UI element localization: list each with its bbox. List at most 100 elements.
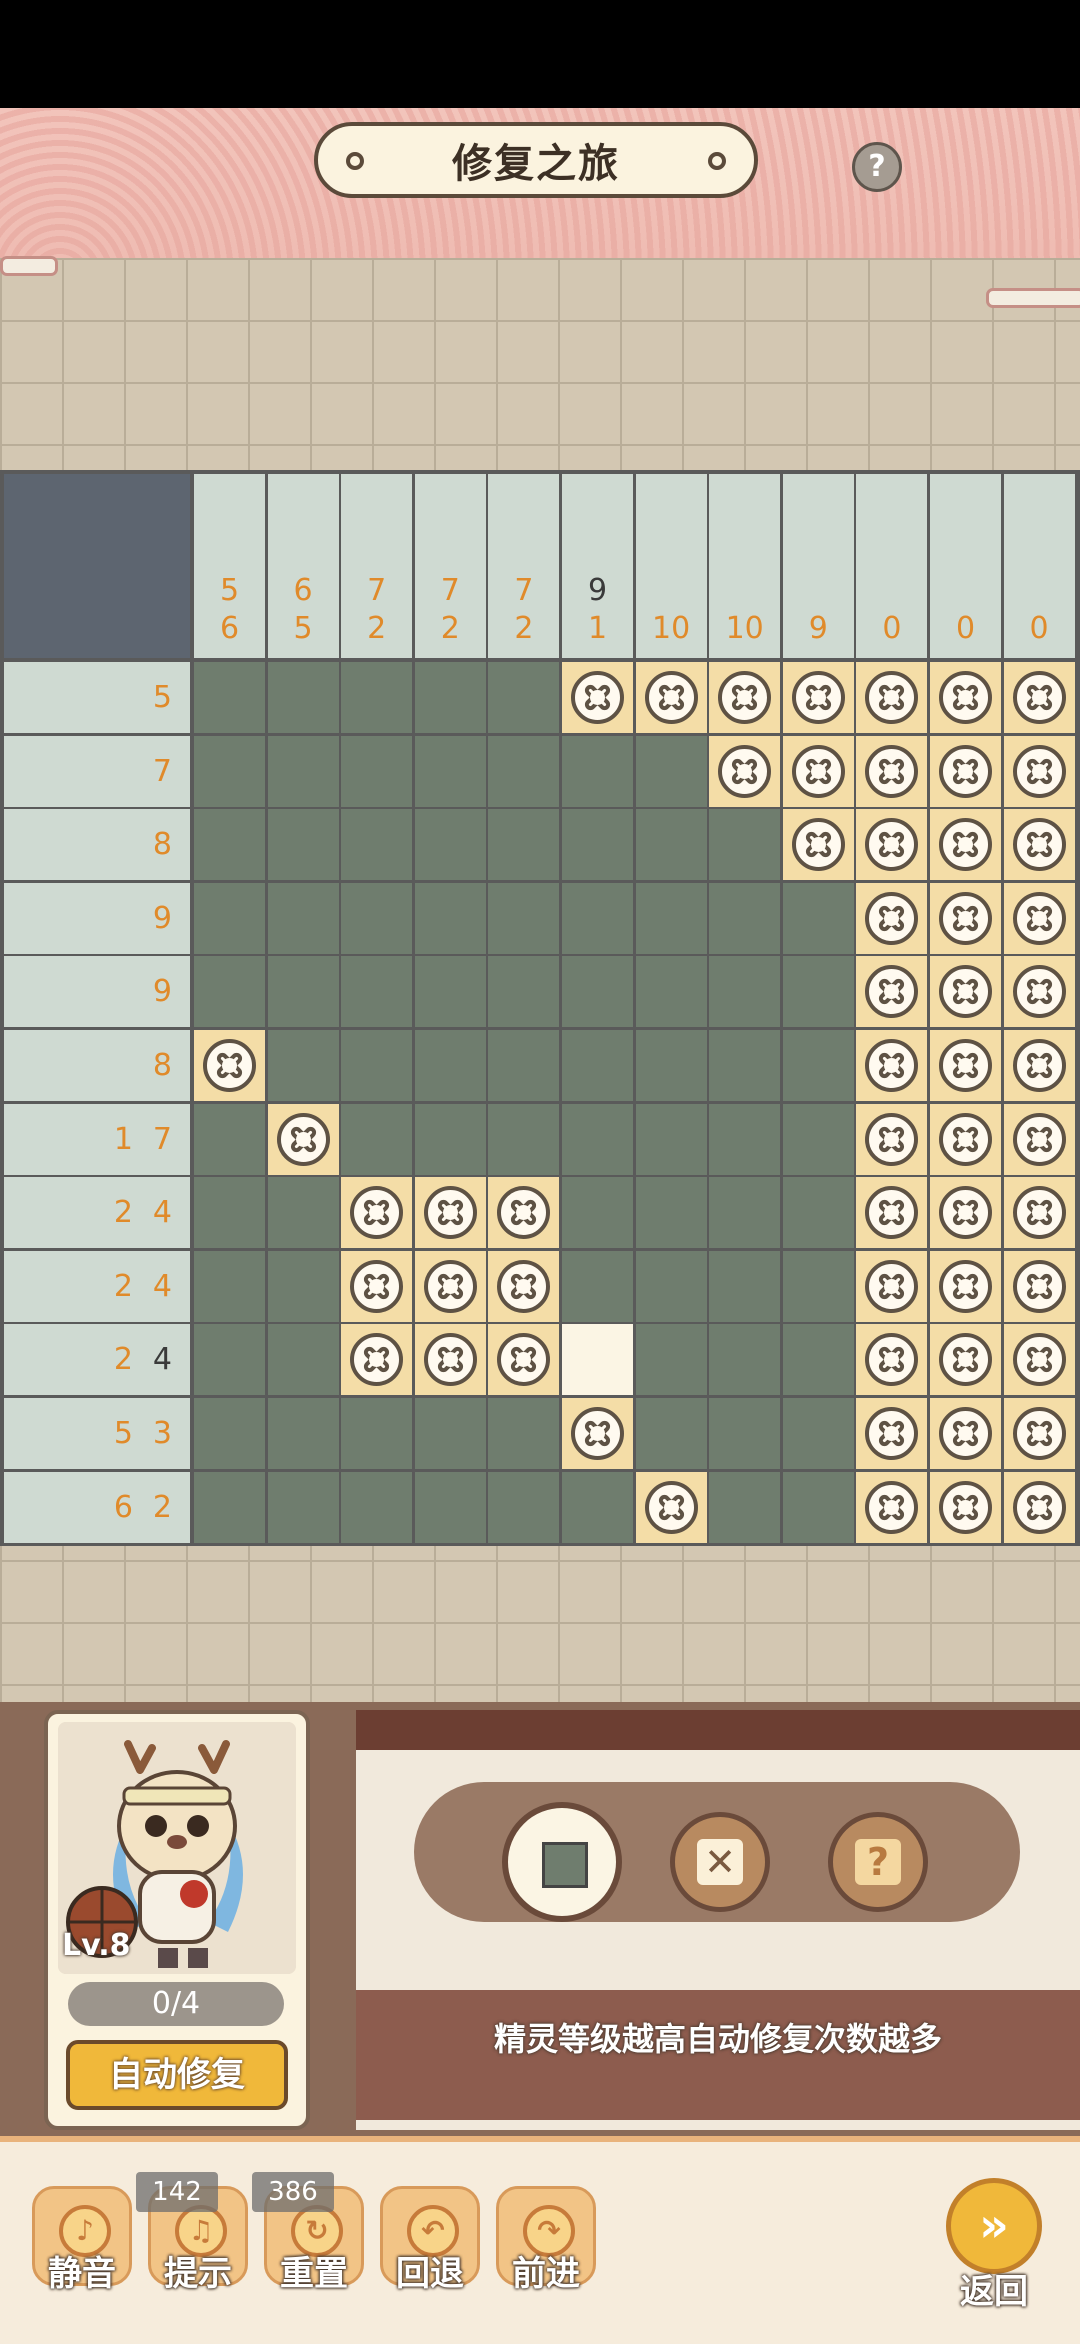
crossed-cell[interactable]: [930, 1250, 1001, 1322]
filled-cell[interactable]: [635, 1324, 707, 1396]
filled-cell[interactable]: [194, 1398, 265, 1469]
crossed-cell[interactable]: [856, 1398, 928, 1469]
crossed-cell[interactable]: [930, 1398, 1001, 1469]
filled-cell[interactable]: [194, 1103, 265, 1175]
crossed-cell[interactable]: [1003, 1177, 1075, 1249]
filled-cell[interactable]: [782, 1030, 854, 1101]
crossed-cell[interactable]: [1003, 882, 1075, 954]
filled-cell[interactable]: [414, 1471, 486, 1543]
crossed-cell[interactable]: [930, 1177, 1001, 1249]
crossed-cell[interactable]: [635, 662, 707, 733]
filled-cell[interactable]: [488, 1030, 560, 1101]
crossed-cell[interactable]: [1003, 1250, 1075, 1322]
crossed-cell[interactable]: [341, 1250, 413, 1322]
filled-cell[interactable]: [267, 735, 339, 807]
filled-cell[interactable]: [267, 956, 339, 1028]
crossed-cell[interactable]: [267, 1103, 339, 1175]
back-button[interactable]: »: [946, 2178, 1042, 2274]
filled-cell[interactable]: [341, 956, 413, 1028]
filled-cell[interactable]: [194, 1324, 265, 1396]
filled-cell[interactable]: [562, 809, 633, 881]
filled-cell[interactable]: [562, 1030, 633, 1101]
filled-cell[interactable]: [635, 1250, 707, 1322]
crossed-cell[interactable]: [930, 1324, 1001, 1396]
filled-cell[interactable]: [194, 1250, 265, 1322]
filled-cell[interactable]: [635, 735, 707, 807]
filled-cell[interactable]: [341, 1471, 413, 1543]
crossed-cell[interactable]: [341, 1177, 413, 1249]
filled-cell[interactable]: [782, 1471, 854, 1543]
filled-cell[interactable]: [782, 882, 854, 954]
filled-cell[interactable]: [562, 1250, 633, 1322]
crossed-cell[interactable]: [194, 1030, 265, 1101]
filled-cell[interactable]: [194, 662, 265, 733]
crossed-cell[interactable]: [856, 1471, 928, 1543]
fill-tool-button[interactable]: [502, 1802, 622, 1922]
filled-cell[interactable]: [267, 1250, 339, 1322]
filled-cell[interactable]: [488, 1103, 560, 1175]
crossed-cell[interactable]: [856, 809, 928, 881]
empty-cell[interactable]: [562, 1324, 633, 1396]
filled-cell[interactable]: [194, 882, 265, 954]
filled-cell[interactable]: [267, 1471, 339, 1543]
crossed-cell[interactable]: [930, 956, 1001, 1028]
crossed-cell[interactable]: [1003, 809, 1075, 881]
crossed-cell[interactable]: [930, 882, 1001, 954]
filled-cell[interactable]: [782, 1250, 854, 1322]
filled-cell[interactable]: [635, 1177, 707, 1249]
filled-cell[interactable]: [782, 1398, 854, 1469]
crossed-cell[interactable]: [1003, 1471, 1075, 1543]
crossed-cell[interactable]: [782, 662, 854, 733]
filled-cell[interactable]: [709, 1324, 781, 1396]
question-icon[interactable]: ?: [852, 142, 902, 192]
filled-cell[interactable]: [562, 956, 633, 1028]
question-tool-button[interactable]: ?: [828, 1812, 928, 1912]
filled-cell[interactable]: [635, 956, 707, 1028]
filled-cell[interactable]: [267, 1324, 339, 1396]
filled-cell[interactable]: [562, 882, 633, 954]
filled-cell[interactable]: [635, 1030, 707, 1101]
crossed-cell[interactable]: [488, 1324, 560, 1396]
filled-cell[interactable]: [635, 1398, 707, 1469]
crossed-cell[interactable]: [930, 1030, 1001, 1101]
filled-cell[interactable]: [488, 882, 560, 954]
filled-cell[interactable]: [414, 809, 486, 881]
filled-cell[interactable]: [414, 662, 486, 733]
crossed-cell[interactable]: [1003, 735, 1075, 807]
crossed-cell[interactable]: [856, 1324, 928, 1396]
filled-cell[interactable]: [194, 1177, 265, 1249]
filled-cell[interactable]: [341, 1103, 413, 1175]
crossed-cell[interactable]: [1003, 662, 1075, 733]
filled-cell[interactable]: [341, 1398, 413, 1469]
crossed-cell[interactable]: [856, 735, 928, 807]
crossed-cell[interactable]: [635, 1471, 707, 1543]
crossed-cell[interactable]: [1003, 1324, 1075, 1396]
crossed-cell[interactable]: [782, 735, 854, 807]
filled-cell[interactable]: [194, 735, 265, 807]
filled-cell[interactable]: [709, 809, 781, 881]
filled-cell[interactable]: [782, 956, 854, 1028]
filled-cell[interactable]: [194, 956, 265, 1028]
filled-cell[interactable]: [562, 735, 633, 807]
crossed-cell[interactable]: [856, 662, 928, 733]
auto-repair-button[interactable]: 自动修复: [66, 2040, 288, 2110]
filled-cell[interactable]: [267, 882, 339, 954]
filled-cell[interactable]: [562, 1103, 633, 1175]
filled-cell[interactable]: [341, 809, 413, 881]
filled-cell[interactable]: [562, 1471, 633, 1543]
filled-cell[interactable]: [709, 1103, 781, 1175]
crossed-cell[interactable]: [562, 662, 633, 733]
crossed-cell[interactable]: [1003, 1103, 1075, 1175]
crossed-cell[interactable]: [414, 1324, 486, 1396]
filled-cell[interactable]: [488, 1471, 560, 1543]
crossed-cell[interactable]: [1003, 956, 1075, 1028]
filled-cell[interactable]: [709, 956, 781, 1028]
crossed-cell[interactable]: [930, 735, 1001, 807]
crossed-cell[interactable]: [414, 1250, 486, 1322]
filled-cell[interactable]: [488, 956, 560, 1028]
filled-cell[interactable]: [414, 1030, 486, 1101]
filled-cell[interactable]: [709, 882, 781, 954]
filled-cell[interactable]: [709, 1398, 781, 1469]
crossed-cell[interactable]: [930, 662, 1001, 733]
crossed-cell[interactable]: [856, 882, 928, 954]
